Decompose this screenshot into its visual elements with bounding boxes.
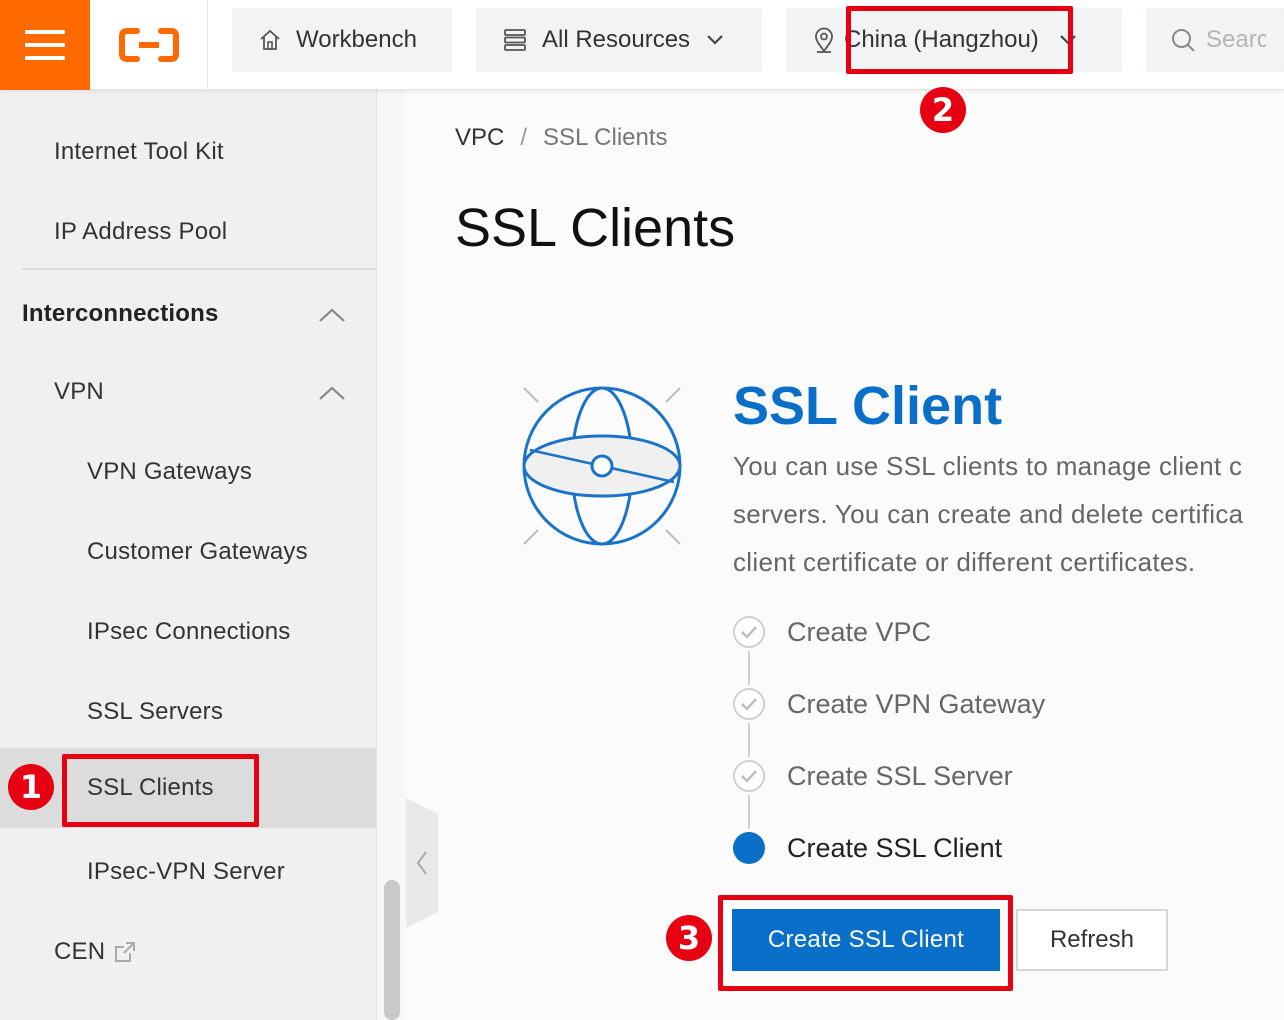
sidebar-item-ipsec-connections[interactable]: IPsec Connections	[0, 592, 376, 672]
hamburger-menu-button[interactable]	[0, 0, 90, 90]
menu-line	[25, 43, 65, 47]
breadcrumb: VPC / SSL Clients	[455, 124, 668, 152]
search-icon	[1170, 27, 1196, 53]
step-create-ssl-client: Create SSL Client	[733, 832, 1002, 864]
server-stack-icon	[502, 27, 528, 53]
sidebar-item-internet-tool-kit[interactable]: Internet Tool Kit	[0, 112, 376, 192]
step-connector	[748, 651, 750, 685]
all-resources-label: All Resources	[542, 26, 691, 53]
sidebar: Internet Tool Kit IP Address Pool Interc…	[0, 90, 376, 1020]
step-label: Create VPC	[787, 616, 932, 647]
step-create-ssl-server: Create SSL Server	[733, 760, 1013, 792]
top-navigation-bar: Workbench All Resources China (Hangzhou)	[0, 0, 1284, 90]
step-label: Create SSL Server	[787, 760, 1013, 791]
page-title: SSL Clients	[455, 198, 736, 258]
chevron-up-icon	[318, 302, 346, 330]
step-label: Create SSL Client	[787, 832, 1003, 863]
breadcrumb-current: SSL Clients	[543, 124, 668, 151]
refresh-button[interactable]: Refresh	[1016, 909, 1168, 971]
region-label: China (Hangzhou)	[844, 26, 1039, 53]
step-create-vpc: Create VPC	[733, 616, 931, 648]
annotation-badge-1: 1	[8, 764, 54, 810]
sidebar-item-vpn-gateways[interactable]: VPN Gateways	[0, 432, 376, 512]
sidebar-item-label: SSL Servers	[87, 698, 224, 725]
current-step-dot	[733, 832, 765, 864]
step-create-vpn-gateway: Create VPN Gateway	[733, 688, 1045, 720]
card-description-line: You can use SSL clients to manage client…	[733, 451, 1243, 481]
card-description-line: client certificate or different certific…	[733, 547, 1196, 577]
chevron-up-icon	[318, 380, 346, 408]
region-selector[interactable]: China (Hangzhou)	[786, 8, 1122, 72]
sidebar-item-label: SSL Clients	[87, 774, 214, 801]
location-pin-icon	[812, 27, 836, 53]
global-search[interactable]	[1146, 8, 1284, 72]
external-link-icon	[113, 940, 137, 964]
sidebar-item-label: VPN	[54, 378, 104, 405]
sidebar-item-label: VPN Gateways	[87, 458, 253, 485]
sidebar-item-label: CEN	[54, 938, 106, 965]
chevron-down-icon	[706, 34, 724, 46]
sidebar-item-label: IPsec Connections	[87, 618, 291, 645]
sidebar-item-ip-address-pool[interactable]: IP Address Pool	[0, 192, 376, 272]
sidebar-item-vpn[interactable]: VPN	[0, 352, 376, 432]
check-icon	[733, 760, 765, 792]
all-resources-dropdown[interactable]: All Resources	[476, 8, 762, 72]
home-icon	[258, 28, 282, 52]
annotation-badge-2: 2	[920, 87, 966, 133]
sidebar-item-label: IP Address Pool	[54, 218, 228, 245]
sidebar-group-label: Interconnections	[22, 300, 219, 327]
check-icon	[733, 688, 765, 720]
alibaba-cloud-logo-icon	[118, 28, 179, 62]
chevron-down-icon	[1059, 34, 1077, 46]
annotation-badge-3: 3	[666, 915, 712, 961]
search-input[interactable]	[1206, 26, 1266, 54]
sidebar-item-cen[interactable]: CEN	[0, 912, 376, 992]
menu-line	[25, 56, 65, 60]
card-description-line: servers. You can create and delete certi…	[733, 499, 1244, 529]
create-ssl-client-button[interactable]: Create SSL Client	[732, 909, 1000, 971]
menu-line	[25, 30, 65, 34]
step-label: Create VPN Gateway	[787, 688, 1046, 719]
sidebar-collapse-handle[interactable]	[406, 798, 438, 928]
sidebar-item-label: IPsec-VPN Server	[87, 858, 285, 885]
globe-illustration-icon	[516, 380, 688, 557]
workbench-label: Workbench	[296, 26, 417, 53]
workbench-button[interactable]: Workbench	[232, 8, 452, 72]
sidebar-item-customer-gateways[interactable]: Customer Gateways	[0, 512, 376, 592]
card-description: You can use SSL clients to manage client…	[733, 442, 1284, 586]
sidebar-item-ssl-servers[interactable]: SSL Servers	[0, 672, 376, 752]
breadcrumb-separator: /	[520, 124, 528, 151]
step-connector	[748, 795, 750, 829]
sidebar-item-label: Customer Gateways	[87, 538, 308, 565]
sidebar-divider	[22, 268, 376, 270]
card-title: SSL Client	[733, 376, 1003, 436]
sidebar-item-ipsec-vpn-server[interactable]: IPsec-VPN Server	[0, 832, 376, 912]
check-icon	[733, 616, 765, 648]
step-connector	[748, 723, 750, 757]
alibaba-cloud-logo[interactable]	[90, 0, 208, 90]
sidebar-item-ssl-clients[interactable]: SSL Clients	[0, 748, 376, 828]
sidebar-scrollbar-thumb[interactable]	[384, 880, 400, 1020]
sidebar-item-label: Internet Tool Kit	[54, 138, 224, 165]
sidebar-group-interconnections[interactable]: Interconnections	[0, 274, 376, 354]
breadcrumb-vpc-link[interactable]: VPC	[455, 124, 504, 152]
